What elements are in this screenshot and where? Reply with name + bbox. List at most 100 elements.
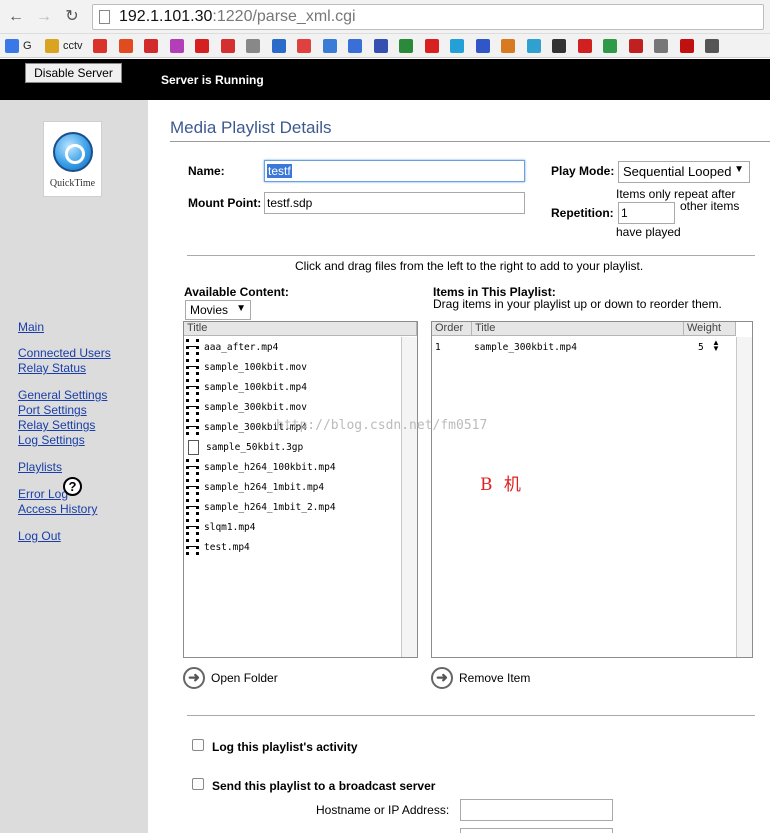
list-item[interactable]: sample_h264_1mbit.mp4 [186,477,324,497]
repetition-label: Repetition: [551,206,614,220]
bookmark-icon[interactable] [501,39,515,53]
film-icon [186,459,199,475]
list-item[interactable]: test.mp4 [186,537,250,557]
scrollbar[interactable] [736,337,752,657]
film-icon [186,399,199,415]
remove-item-button[interactable]: Remove Item [459,671,530,685]
quicktime-logo: QuickTime [43,121,102,197]
bookmark-item[interactable]: G [5,38,32,54]
bookmark-icon[interactable] [526,39,541,53]
bookmark-icon[interactable] [705,39,719,53]
bookmark-icon[interactable] [399,39,413,53]
document-icon [188,439,199,455]
name-field[interactable]: testf [264,160,525,182]
repetition-field[interactable]: 1 [618,202,675,224]
page-icon [99,10,110,24]
bookmark-icon[interactable] [654,39,668,53]
broadcast-checkbox[interactable] [192,778,204,790]
column-header-weight[interactable]: Weight [684,322,736,336]
remove-item-icon[interactable]: ➜ [431,667,453,689]
bookmark-icon[interactable] [195,39,209,53]
bookmark-icon[interactable] [169,39,184,53]
sidebar-link-port-settings[interactable]: Port Settings [18,403,87,417]
browser-address-bar: ← → ↻ 192.1.101.30:1220/parse_xml.cgi [0,0,770,34]
column-header-title[interactable]: Title [184,322,417,336]
bookmark-icon[interactable] [628,39,643,53]
reload-icon[interactable]: ↻ [62,7,82,27]
list-item[interactable]: sample_50kbit.3gp [186,437,303,457]
bookmark-icon[interactable] [144,39,158,53]
bookmark-icon[interactable] [577,39,592,53]
sidebar-link-general-settings[interactable]: General Settings [18,388,107,402]
forward-arrow-icon[interactable]: → [34,7,54,27]
sidebar-link-access-history[interactable]: Access History [18,502,97,516]
playlist-weight: 5 [698,341,704,353]
list-item[interactable]: sample_h264_100kbit.mp4 [186,457,336,477]
play-mode-select[interactable]: Sequential Looped ▼ [618,161,750,183]
list-item[interactable]: aaa_after.mp4 [186,337,278,357]
sidebar-link-playlists[interactable]: Playlists [18,460,62,474]
bookmark-icon[interactable] [373,39,388,53]
server-status: Server is Running [161,73,264,87]
bookmark-icon[interactable] [679,39,694,53]
bookmark-icon[interactable] [603,39,617,53]
divider [170,141,770,142]
url-text: 192.1.101.30:1220/parse_xml.cgi [119,8,356,25]
bookmark-icon[interactable] [93,39,107,53]
film-icon [186,499,199,515]
list-item[interactable]: sample_100kbit.mov [186,357,307,377]
bookmark-icon[interactable] [450,39,464,53]
log-activity-checkbox[interactable] [192,739,204,751]
bookmark-icon[interactable] [297,39,311,53]
bookmark-icon[interactable] [552,39,566,53]
available-content-list[interactable]: Title aaa_after.mp4 sample_100kbit.mov sam… [183,321,418,658]
folder-icon [45,39,59,53]
item-title: slqm1.mp4 [204,521,256,533]
watermark: http://blog.csdn.net/fm0517 [276,418,488,433]
hostname-field[interactable] [460,799,613,821]
column-header-order[interactable]: Order [432,322,472,336]
bookmark-icon[interactable] [271,39,286,53]
bookmark-icon[interactable] [322,39,337,53]
port-field[interactable] [460,828,613,833]
repeat-hint-2: other items [680,199,740,213]
annotation: B 机 [480,475,524,495]
page-title: Media Playlist Details [170,118,332,137]
film-icon [186,519,199,535]
bookmark-item[interactable]: cctv [45,38,83,54]
dropdown-arrow-icon: ▼ [734,164,744,175]
list-item[interactable]: sample_h264_1mbit_2.mp4 [186,497,336,517]
sidebar: QuickTime Main Connected Users Relay Statu… [0,100,148,833]
bookmark-icon[interactable] [220,39,235,53]
disable-server-button[interactable]: Disable Server [25,63,122,83]
back-arrow-icon[interactable]: ← [6,7,26,27]
bookmark-icon[interactable] [246,39,260,53]
sidebar-link-relay-settings[interactable]: Relay Settings [18,418,95,432]
bookmark-icon[interactable] [424,39,439,53]
item-title: test.mp4 [204,541,250,553]
bookmark-icon[interactable] [118,39,133,53]
sidebar-link-log-out[interactable]: Log Out [18,529,61,543]
item-title: sample_h264_1mbit.mp4 [204,481,325,493]
bookmark-icon[interactable] [348,39,362,53]
help-icon[interactable]: ? [63,477,82,496]
category-select[interactable]: Movies ▼ [185,300,251,320]
mount-point-field[interactable]: testf.sdp [264,192,525,214]
sidebar-link-relay-status[interactable]: Relay Status [18,361,86,375]
sidebar-link-error-log[interactable]: Error Log [18,487,68,501]
open-folder-button[interactable]: Open Folder [211,671,278,685]
bookmark-label: G [23,40,32,52]
sidebar-link-main[interactable]: Main [18,320,44,334]
list-item[interactable]: sample_100kbit.mp4 [186,377,307,397]
weight-spinner-icon[interactable]: ▲ ▼ [712,339,720,353]
playlist-hint: Drag items in your playlist up or down t… [433,297,722,311]
sidebar-link-connected-users[interactable]: Connected Users [18,346,111,360]
sidebar-link-log-settings[interactable]: Log Settings [18,433,85,447]
open-folder-icon[interactable]: ➜ [183,667,205,689]
list-item[interactable]: slqm1.mp4 [186,517,255,537]
bookmark-icon[interactable] [475,39,490,53]
url-field[interactable]: 192.1.101.30:1220/parse_xml.cgi [92,4,764,30]
scrollbar[interactable] [401,337,417,657]
column-header-title[interactable]: Title [472,322,684,336]
list-item[interactable]: sample_300kbit.mov [186,397,307,417]
